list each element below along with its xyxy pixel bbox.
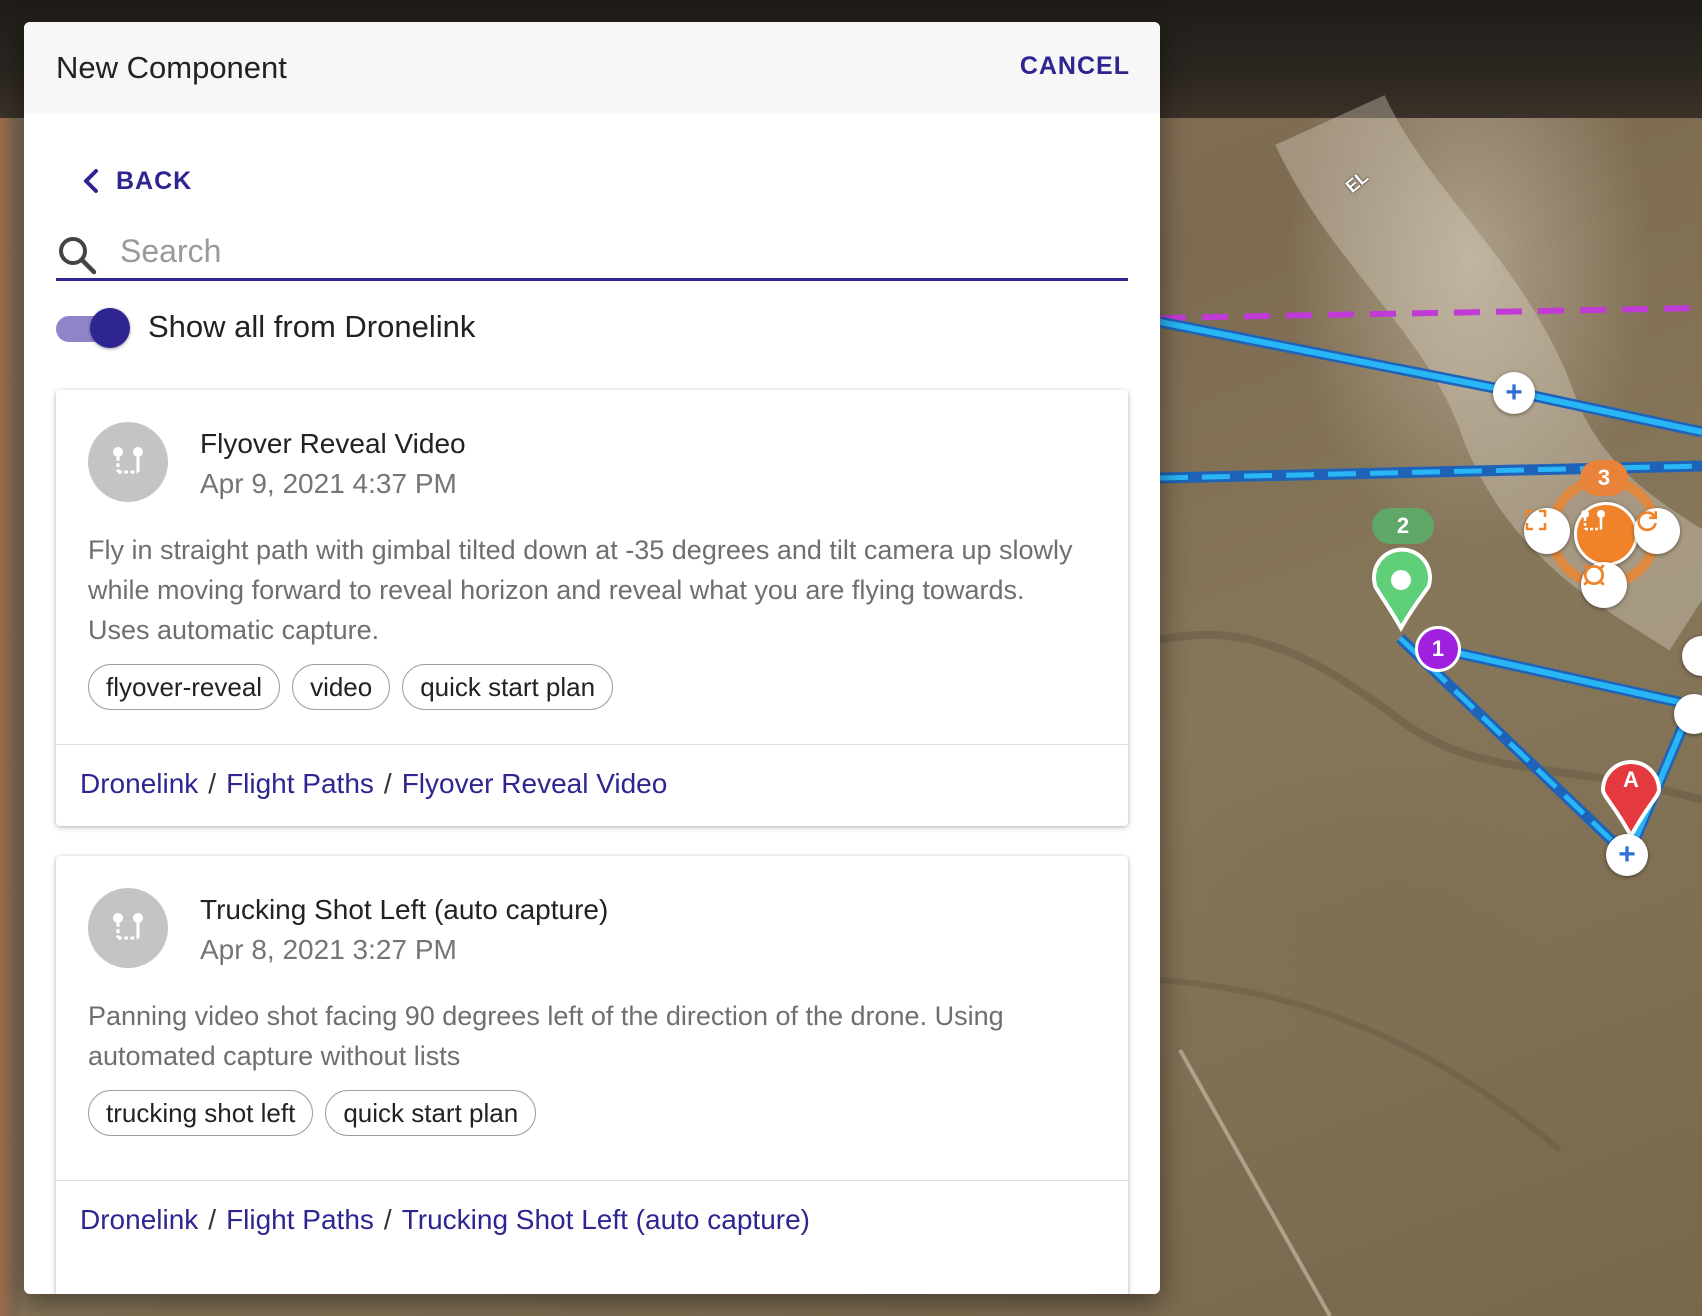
breadcrumb-separator: / — [208, 768, 217, 799]
waypoint-badge-1[interactable]: 1 — [1415, 626, 1461, 672]
dialog-title: New Component — [56, 50, 287, 85]
card-date: Apr 9, 2021 4:37 PM — [200, 468, 457, 499]
breadcrumb-link[interactable]: Trucking Shot Left (auto capture) — [402, 1204, 810, 1236]
expand-icon[interactable] — [1524, 508, 1570, 554]
tag-chip[interactable]: quick start plan — [325, 1090, 537, 1136]
breadcrumb-separator: / — [383, 768, 392, 799]
tag-chip[interactable]: trucking shot left — [88, 1090, 314, 1136]
new-component-dialog: New Component CANCEL BACK Show all from … — [24, 22, 1160, 1294]
add-waypoint-button[interactable]: + — [1493, 372, 1535, 414]
waypoint-badge-3[interactable]: 3 — [1580, 460, 1628, 496]
card-title: Trucking Shot Left (auto capture) — [200, 894, 609, 925]
toggle-label: Show all from Dronelink — [148, 309, 476, 344]
flight-path-icon — [88, 888, 168, 968]
back-button[interactable]: BACK — [78, 166, 192, 196]
breadcrumb-separator: / — [383, 1204, 392, 1235]
tag-list: trucking shot left quick start plan — [88, 1090, 537, 1136]
breadcrumb-separator: / — [208, 1204, 217, 1235]
add-waypoint-button[interactable]: + — [1606, 834, 1648, 876]
show-all-toggle[interactable] — [56, 308, 130, 348]
search-icon — [59, 237, 97, 275]
search-field[interactable] — [56, 222, 1128, 281]
show-all-toggle-row: Show all from Dronelink — [56, 308, 476, 348]
card-title: Flyover Reveal Video — [200, 428, 466, 459]
card-divider — [56, 1180, 1128, 1181]
flight-path-icon — [88, 422, 168, 502]
tag-chip[interactable]: video — [292, 664, 391, 710]
tag-chip[interactable]: flyover-reveal — [88, 664, 281, 710]
breadcrumb-link[interactable]: Flight Paths — [226, 1204, 374, 1236]
origin-label[interactable]: A — [1617, 766, 1645, 794]
breadcrumb-link[interactable]: Dronelink — [80, 768, 198, 800]
toggle-knob — [90, 308, 130, 348]
tag-chip[interactable]: quick start plan — [402, 664, 614, 710]
breadcrumb-link[interactable]: Flyover Reveal Video — [402, 768, 668, 800]
component-card[interactable]: Trucking Shot Left (auto capture) Apr 8,… — [56, 856, 1128, 1294]
card-date: Apr 8, 2021 3:27 PM — [200, 934, 457, 965]
component-card[interactable]: Flyover Reveal Video Apr 9, 2021 4:37 PM… — [56, 390, 1128, 826]
search-input[interactable] — [118, 228, 1102, 274]
card-description: Fly in straight path with gimbal tilted … — [88, 535, 1073, 645]
tag-list: flyover-reveal video quick start plan — [88, 664, 614, 710]
dialog-header: New Component CANCEL — [24, 22, 1160, 114]
waypoint-badge-2[interactable]: 2 — [1372, 508, 1434, 544]
breadcrumb: Dronelink / Flight Paths / Trucking Shot… — [80, 1204, 810, 1236]
orbit-icon[interactable] — [1581, 562, 1627, 608]
cancel-button[interactable]: CANCEL — [1020, 52, 1130, 81]
back-label: BACK — [116, 166, 193, 195]
flight-path-icon[interactable] — [1574, 502, 1638, 566]
dialog-body: BACK Show all from Dronelink Flyover Rev… — [24, 114, 1160, 1294]
card-divider — [56, 744, 1128, 745]
breadcrumb: Dronelink / Flight Paths / Flyover Revea… — [80, 768, 667, 800]
card-description: Panning video shot facing 90 degrees lef… — [88, 1001, 1004, 1071]
rotate-icon[interactable] — [1634, 508, 1680, 554]
breadcrumb-link[interactable]: Flight Paths — [226, 768, 374, 800]
breadcrumb-link[interactable]: Dronelink — [80, 1204, 198, 1236]
chevron-left-icon — [84, 169, 98, 193]
